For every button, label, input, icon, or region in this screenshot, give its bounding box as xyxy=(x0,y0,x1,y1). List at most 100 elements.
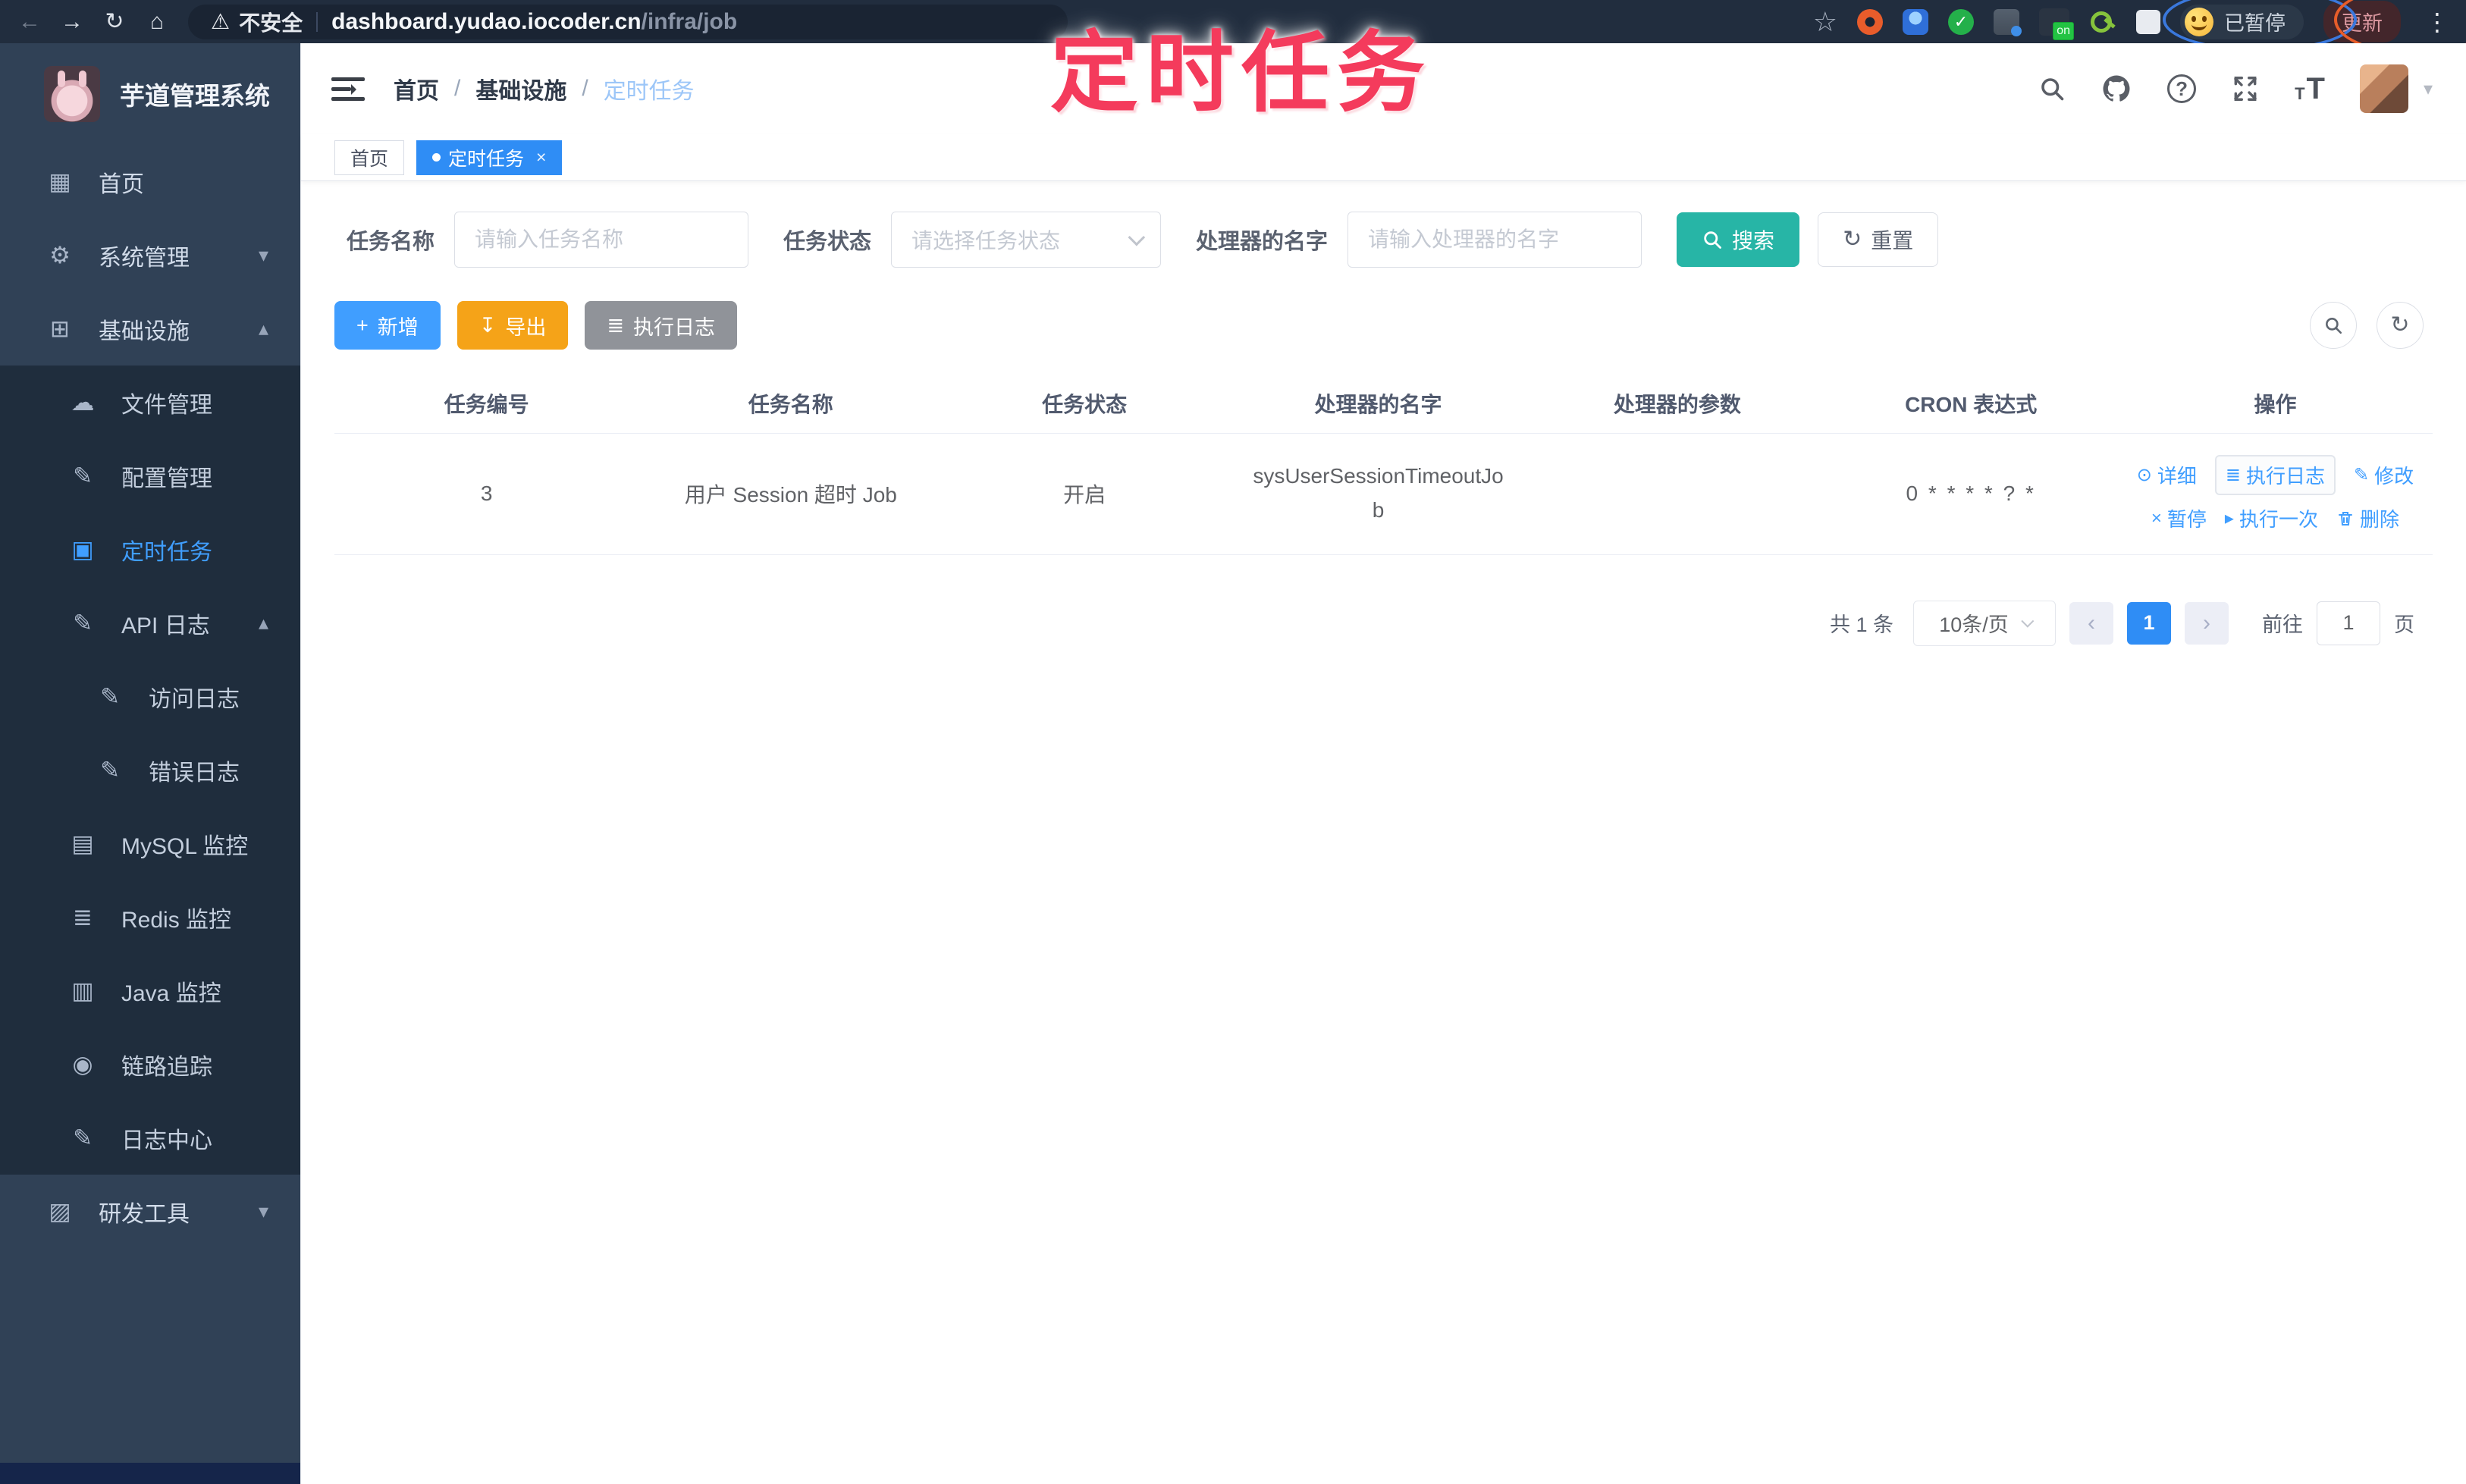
job-log-link[interactable]: ≣ 执行日志 xyxy=(2214,455,2336,495)
browser-forward-icon[interactable]: → xyxy=(55,9,89,35)
browser-reload-icon[interactable]: ↻ xyxy=(97,8,132,35)
log-icon: ≣ xyxy=(2225,465,2241,485)
job-status-select[interactable]: 请选择任务状态 xyxy=(891,212,1162,268)
tag-label: 定时任务 xyxy=(448,148,525,170)
play-icon: ▸ xyxy=(2224,508,2234,529)
col-job-name: 任务名称 xyxy=(638,374,943,434)
sidebar-item-error-log[interactable]: ✎ 错误日志 xyxy=(0,733,300,807)
sidebar-item-java-monitor[interactable]: ▥ Java 监控 xyxy=(0,954,300,1028)
next-page-button[interactable]: › xyxy=(2185,601,2229,645)
page-unit-label: 页 xyxy=(2394,613,2414,636)
sidebar-submenu-infra: ☁ 文件管理 ✎ 配置管理 ▣ 定时任务 ✎ API 日志 ▴ ✎ 访问日志 ✎… xyxy=(0,366,300,1175)
browser-back-icon[interactable]: ← xyxy=(12,9,47,35)
prev-page-button[interactable]: ‹ xyxy=(2069,601,2113,645)
export-button-label: 导出 xyxy=(505,315,547,339)
col-handler-param: 处理器的参数 xyxy=(1530,374,1824,434)
sidebar-item-mysql-monitor[interactable]: ▤ MySQL 监控 xyxy=(0,807,300,880)
tag-scheduled-jobs[interactable]: 定时任务 × xyxy=(416,140,563,175)
sidebar-item-label: 错误日志 xyxy=(149,760,240,786)
sidebar-item-file-manage[interactable]: ☁ 文件管理 xyxy=(0,366,300,439)
goto-page-input[interactable] xyxy=(2317,601,2380,645)
bookmark-star-icon[interactable]: ☆ xyxy=(1813,6,1837,38)
job-name-label: 任务名称 xyxy=(347,230,435,254)
edit-icon: ✎ xyxy=(73,1124,93,1151)
sidebar-item-config-manage[interactable]: ✎ 配置管理 xyxy=(0,439,300,513)
sidebar-item-infra[interactable]: ⊞ 基础设施 ▴ xyxy=(0,292,300,366)
select-placeholder: 请选择任务状态 xyxy=(911,229,1061,253)
not-secure-warning[interactable]: ⚠ 不安全 xyxy=(211,7,303,37)
edit-icon: ✎ xyxy=(100,756,120,783)
search-icon[interactable] xyxy=(2038,75,2066,102)
page-size-select[interactable]: 10条/页 xyxy=(1913,600,2056,646)
trash-icon xyxy=(2338,511,2352,526)
page-1-button[interactable]: 1 xyxy=(2127,601,2171,645)
sidebar-item-redis-monitor[interactable]: ≣ Redis 监控 xyxy=(0,880,300,954)
pause-link[interactable]: × 暂停 xyxy=(2151,504,2207,532)
page-size-value: 10条/页 xyxy=(1939,613,2009,636)
sidebar-item-system[interactable]: ⚙ 系统管理 ▾ xyxy=(0,218,300,292)
close-icon[interactable]: × xyxy=(536,147,546,168)
list-icon: ≣ xyxy=(607,313,625,337)
extensions-puzzle-icon[interactable] xyxy=(2136,9,2160,34)
extension-on-badge-icon[interactable] xyxy=(2039,8,2074,40)
sidebar-item-tracing[interactable]: ◉ 链路追踪 xyxy=(0,1028,300,1101)
op-label: 执行一次 xyxy=(2239,508,2318,531)
toggle-search-button[interactable] xyxy=(2310,302,2357,349)
address-bar[interactable]: ⚠ 不安全 dashboard.yudao.iocoder.cn/infra/j… xyxy=(188,4,1068,39)
sidebar-item-dev-tools[interactable]: ▨ 研发工具 ▾ xyxy=(0,1175,300,1248)
col-job-status: 任务状态 xyxy=(943,374,1226,434)
fullscreen-icon[interactable] xyxy=(2231,74,2260,103)
hamburger-icon[interactable] xyxy=(331,77,365,101)
delete-link[interactable]: 删除 xyxy=(2336,504,2399,532)
search-button[interactable]: 搜索 xyxy=(1677,212,1800,267)
sidebar-item-api-log[interactable]: ✎ API 日志 ▴ xyxy=(0,586,300,660)
view-detail-link[interactable]: ⊙ 详细 xyxy=(2137,461,2197,489)
extension-blue-icon[interactable] xyxy=(1903,8,1928,35)
sidebar-item-label: 配置管理 xyxy=(121,466,212,491)
extension-green-check-icon[interactable] xyxy=(1948,8,1974,35)
avatar-caret-icon[interactable]: ▾ xyxy=(2424,78,2433,100)
run-once-link[interactable]: ▸ 执行一次 xyxy=(2225,504,2318,532)
browser-toolbar-right: ☆ 已暂停 更新 ⋮ xyxy=(1813,1,2454,42)
main-area: 首页 / 基础设施 / 定时任务 ? T T ▾ 首页 定时任务 × 任务名称 … xyxy=(300,43,2466,1484)
sidebar-item-scheduled-jobs[interactable]: ▣ 定时任务 xyxy=(0,513,300,586)
breadcrumb-separator: / xyxy=(454,76,461,101)
github-icon[interactable] xyxy=(2100,73,2132,105)
export-button[interactable]: ↧ 导出 xyxy=(456,301,569,350)
user-avatar[interactable] xyxy=(2359,64,2408,113)
chevron-up-icon: ▴ xyxy=(258,611,268,634)
op-label: 修改 xyxy=(2374,465,2414,488)
font-size-icon[interactable]: TT xyxy=(2295,74,2325,104)
dashboard-icon: ▦ xyxy=(49,168,71,195)
add-button[interactable]: + 新增 xyxy=(334,301,441,350)
tag-home[interactable]: 首页 xyxy=(334,140,405,175)
topbar-icons: ? TT ▾ xyxy=(2038,64,2433,113)
cell-actions: ⊙ 详细 ≣ 执行日志 ✎ 修改 × 暂停 ▸ 执行一次 删除 xyxy=(2117,433,2433,555)
sidebar-item-log-center[interactable]: ✎ 日志中心 xyxy=(0,1101,300,1175)
job-name-input[interactable] xyxy=(454,212,749,268)
chrome-update-button[interactable]: 更新 xyxy=(2323,1,2401,42)
breadcrumb: 首页 / 基础设施 / 定时任务 xyxy=(394,72,695,105)
sidebar-item-home[interactable]: ▦ 首页 xyxy=(0,145,300,218)
sidebar-item-label: 文件管理 xyxy=(121,392,212,418)
chevron-down-icon: ▾ xyxy=(258,243,268,266)
goto-label: 前往 xyxy=(2262,613,2303,636)
job-log-button[interactable]: ≣ 执行日志 xyxy=(585,301,738,350)
extension-key-icon[interactable] xyxy=(2089,8,2116,36)
help-icon[interactable]: ? xyxy=(2167,74,2197,103)
edit-link[interactable]: ✎ 修改 xyxy=(2354,461,2414,489)
table-header-row: 任务编号 任务名称 任务状态 处理器的名字 处理器的参数 CRON 表达式 操作 xyxy=(334,374,2433,434)
app-logo[interactable]: 芋道管理系统 xyxy=(0,43,300,145)
breadcrumb-infra[interactable]: 基础设施 xyxy=(475,72,566,105)
refresh-table-button[interactable]: ↻ xyxy=(2377,302,2424,349)
browser-menu-icon[interactable]: ⋮ xyxy=(2421,8,2454,36)
handler-name-input[interactable] xyxy=(1348,212,1642,268)
sidebar-item-access-log[interactable]: ✎ 访问日志 xyxy=(0,660,300,733)
sidebar-menu: ▦ 首页 ⚙ 系统管理 ▾ ⊞ 基础设施 ▴ ☁ 文件管理 ✎ 配置管理 ▣ 定… xyxy=(0,145,300,1248)
extension-grid-icon[interactable] xyxy=(1994,8,2022,36)
breadcrumb-home[interactable]: 首页 xyxy=(394,72,439,105)
profile-paused-pill[interactable]: 已暂停 xyxy=(2180,4,2304,39)
reset-button[interactable]: ↻ 重置 xyxy=(1818,212,1939,267)
browser-home-icon[interactable]: ⌂ xyxy=(140,9,174,35)
extension-orange-icon[interactable] xyxy=(1857,8,1883,35)
